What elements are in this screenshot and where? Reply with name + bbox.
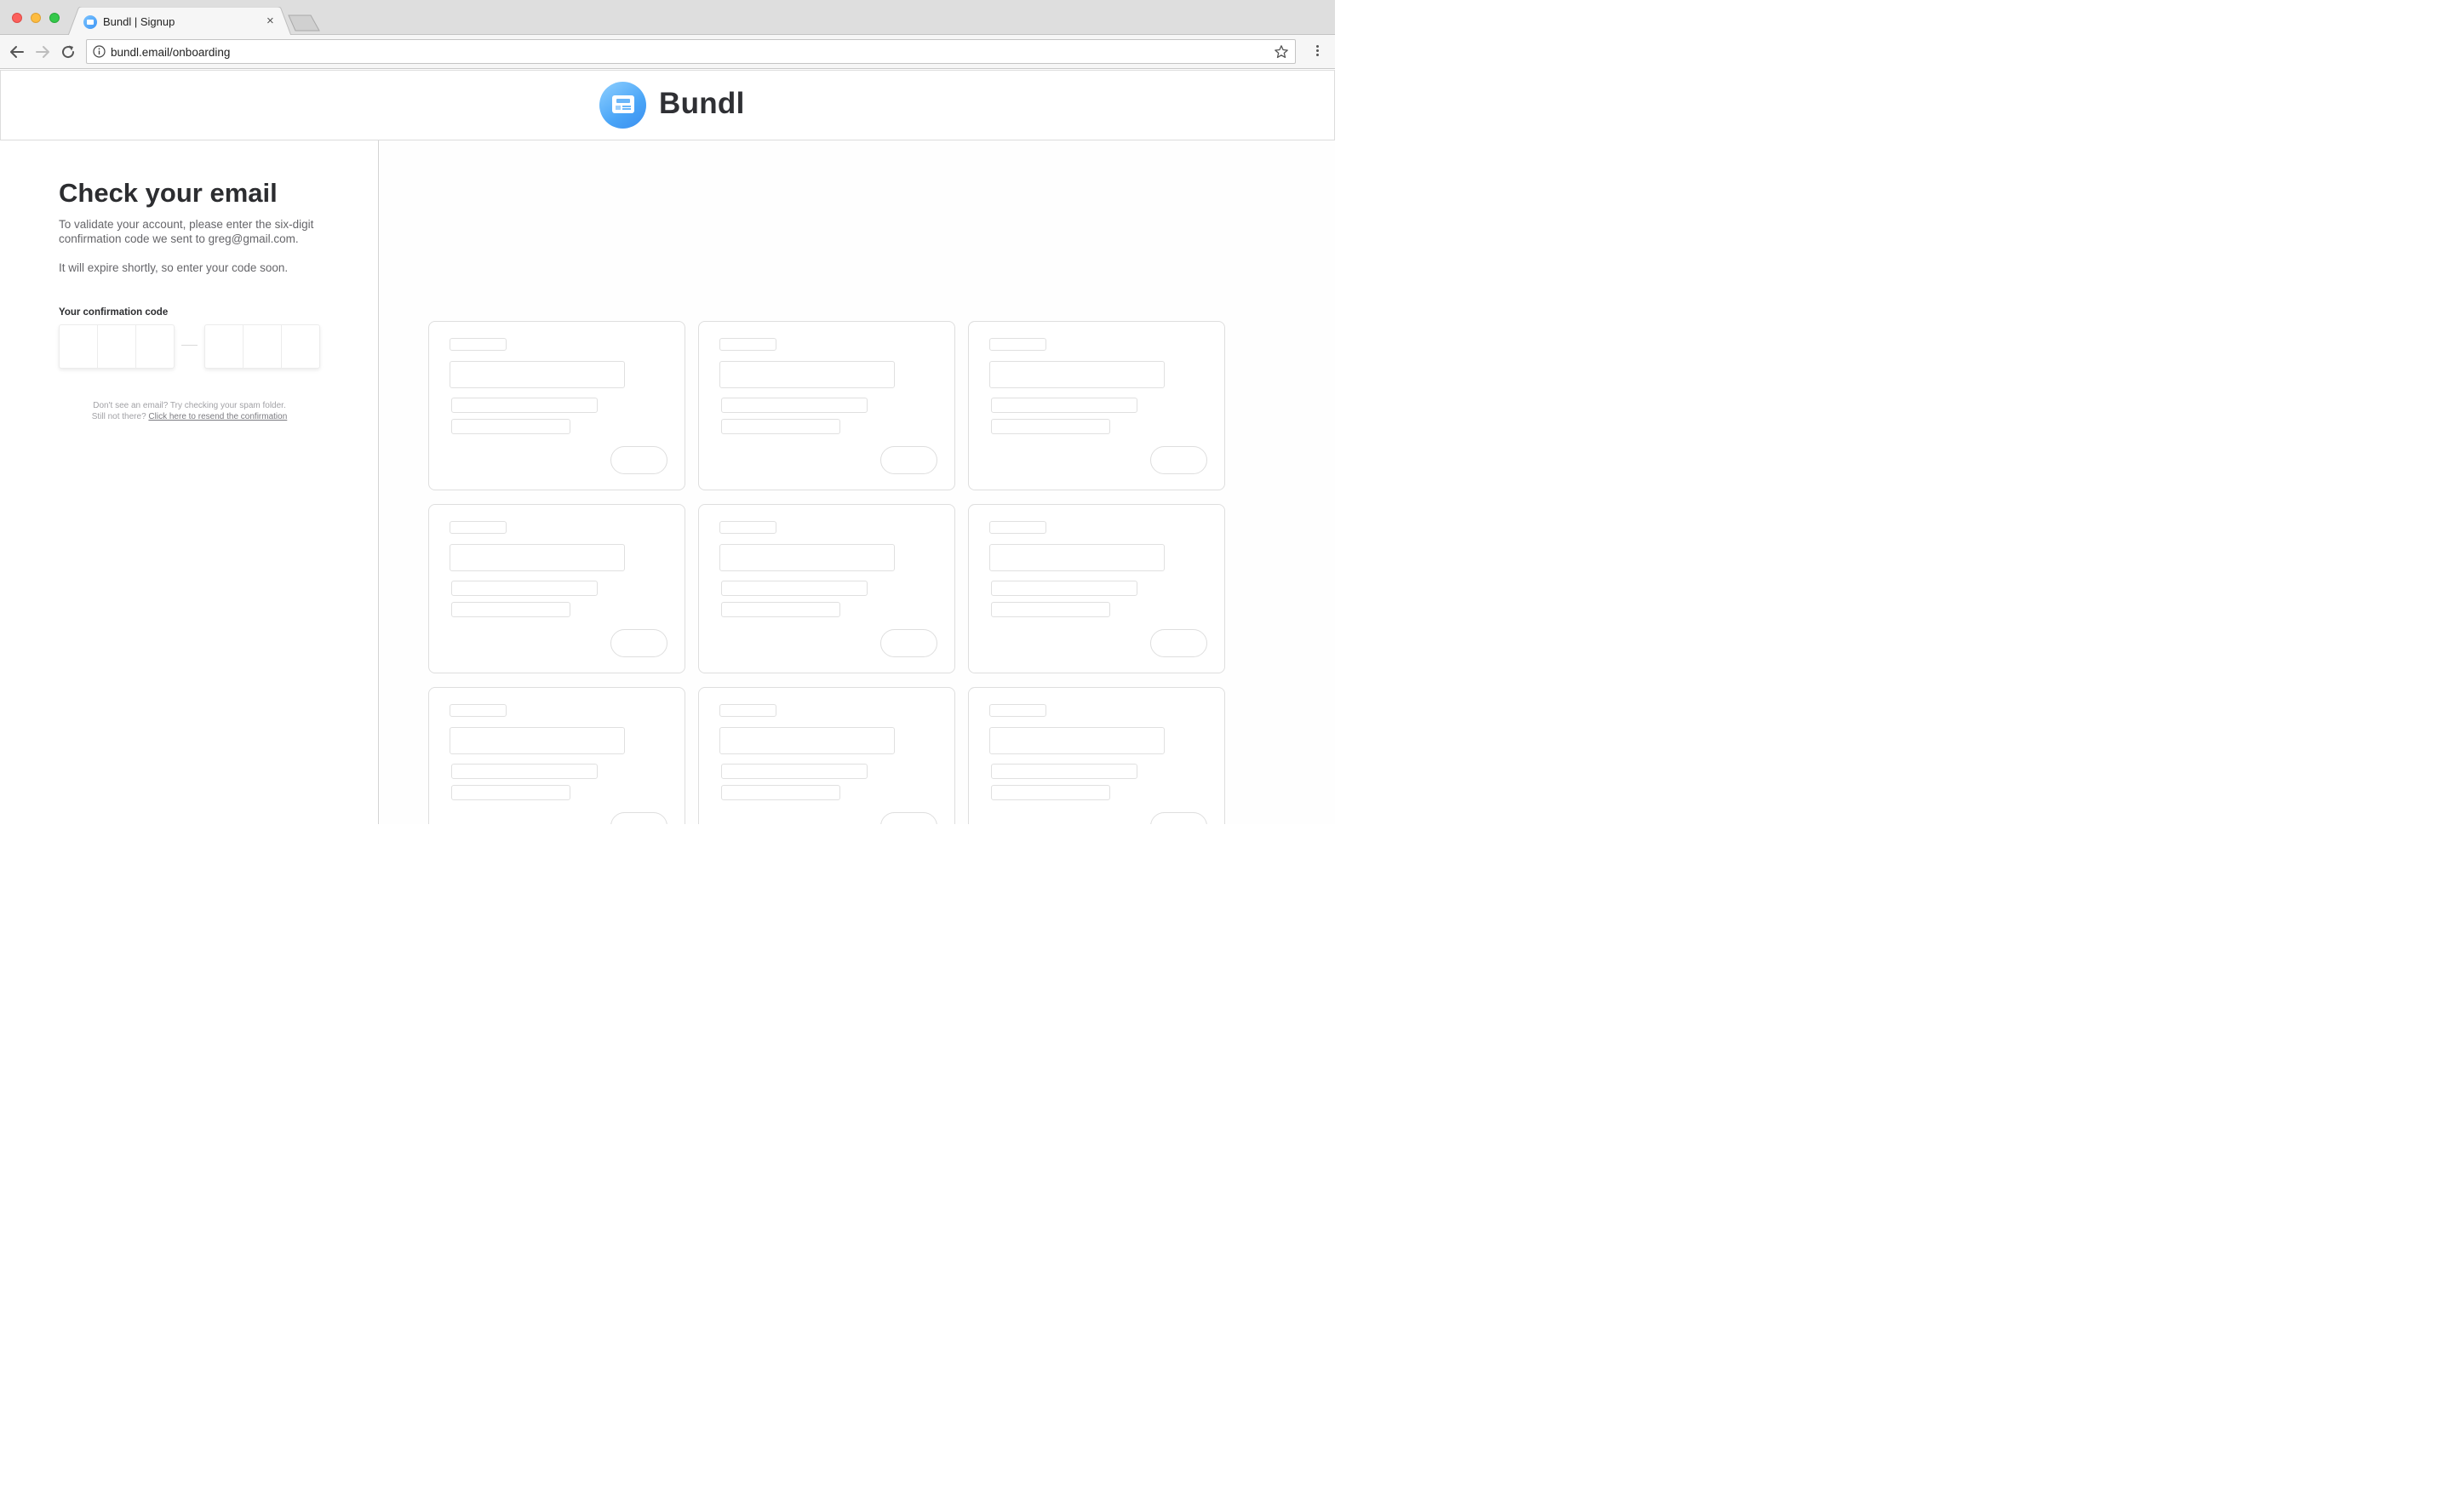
skeleton-line	[721, 398, 868, 413]
skeleton-block	[989, 727, 1165, 754]
page-title: Check your email	[59, 178, 278, 208]
skeleton-line	[991, 764, 1137, 779]
skeleton-line	[991, 398, 1137, 413]
star-icon[interactable]	[1274, 44, 1289, 60]
more-vertical-icon[interactable]	[1311, 43, 1323, 60]
skeleton-card	[968, 504, 1225, 673]
skeleton-pill	[610, 812, 667, 824]
address-bar[interactable]: bundl.email/onboarding	[86, 39, 1296, 64]
url-text[interactable]: bundl.email/onboarding	[111, 46, 230, 59]
skeleton-line	[721, 785, 840, 800]
skeleton-line	[719, 704, 776, 717]
spam-folder-hint: Don't see an email? Try checking your sp…	[93, 401, 286, 410]
tab-shape	[68, 7, 291, 36]
skeleton-line	[450, 704, 507, 717]
skeleton-card	[968, 687, 1225, 824]
verification-panel: Check your email To validate your accoun…	[0, 140, 379, 824]
skeleton-line	[719, 521, 776, 534]
skeleton-card	[968, 321, 1225, 490]
resend-hint-prefix: Still not there?	[91, 412, 146, 421]
skeleton-block	[719, 361, 895, 388]
skeleton-card	[428, 321, 685, 490]
skeleton-line	[450, 338, 507, 351]
envelope-logo-icon	[599, 82, 646, 129]
skeleton-line	[451, 398, 598, 413]
skeleton-block	[989, 361, 1165, 388]
skeleton-pill	[1150, 446, 1207, 474]
brand-name: Bundl	[659, 87, 745, 120]
code-digit-3[interactable]	[135, 325, 174, 368]
code-group-first	[59, 324, 175, 369]
skeleton-block	[450, 727, 625, 754]
reload-icon[interactable]	[60, 43, 77, 60]
skeleton-pill	[1150, 629, 1207, 657]
skeleton-card	[428, 504, 685, 673]
back-arrow-icon[interactable]	[9, 43, 26, 60]
browser-tab-active[interactable]: Bundl | Signup ×	[68, 7, 291, 36]
skeleton-line	[721, 581, 868, 596]
forward-arrow-icon[interactable]	[34, 43, 51, 60]
skeleton-block	[719, 727, 895, 754]
browser-tabstrip: Bundl | Signup ×	[0, 0, 1335, 36]
skeleton-card	[698, 321, 955, 490]
skeleton-card	[428, 687, 685, 824]
code-separator	[181, 345, 198, 346]
skeleton-block	[989, 544, 1165, 571]
resend-confirmation-link[interactable]: Click here to resend the confirmation	[148, 412, 287, 421]
skeleton-line	[451, 419, 570, 434]
skeleton-block	[719, 544, 895, 571]
code-digit-1[interactable]	[60, 325, 97, 368]
skeleton-pill	[610, 446, 667, 474]
tab-close-icon[interactable]: ×	[266, 14, 274, 29]
code-digit-6[interactable]	[281, 325, 319, 368]
code-digit-2[interactable]	[97, 325, 135, 368]
skeleton-pill	[610, 629, 667, 657]
window-close-button[interactable]	[12, 13, 22, 23]
skeleton-line	[991, 602, 1110, 617]
skeleton-line	[721, 419, 840, 434]
skeleton-line	[451, 785, 570, 800]
skeleton-line	[719, 338, 776, 351]
skeleton-line	[991, 581, 1137, 596]
tab-title: Bundl | Signup	[103, 15, 175, 28]
skeleton-pill	[1150, 812, 1207, 824]
skeleton-line	[989, 521, 1046, 534]
skeleton-line	[451, 602, 570, 617]
skeleton-line	[989, 704, 1046, 717]
code-group-second	[204, 324, 320, 369]
new-tab-button[interactable]	[288, 14, 320, 32]
skeleton-line	[991, 419, 1110, 434]
skeleton-line	[991, 785, 1110, 800]
skeleton-line	[721, 602, 840, 617]
skeleton-line	[450, 521, 507, 534]
bundl-favicon-icon	[83, 15, 97, 29]
confirmation-code-label: Your confirmation code	[59, 307, 169, 318]
window-minimize-button[interactable]	[31, 13, 41, 23]
skeleton-line	[721, 764, 868, 779]
expiry-note: It will expire shortly, so enter your co…	[59, 261, 289, 274]
info-icon[interactable]	[93, 45, 106, 58]
window-zoom-button[interactable]	[49, 13, 60, 23]
skeleton-card	[698, 687, 955, 824]
skeleton-card	[698, 504, 955, 673]
skeleton-line	[451, 581, 598, 596]
code-digit-5[interactable]	[243, 325, 281, 368]
skeleton-pill	[880, 812, 937, 824]
page-header: Bundl	[0, 70, 1335, 140]
skeleton-pill	[880, 629, 937, 657]
browser-toolbar: bundl.email/onboarding	[0, 35, 1335, 69]
code-digit-4[interactable]	[205, 325, 243, 368]
skeleton-line	[451, 764, 598, 779]
resend-hint: Still not there? Click here to resend th…	[0, 412, 379, 421]
skeleton-pill	[880, 446, 937, 474]
preview-panel	[379, 140, 1335, 824]
skeleton-block	[450, 361, 625, 388]
skeleton-block	[450, 544, 625, 571]
skeleton-line	[989, 338, 1046, 351]
verification-description: To validate your account, please enter t…	[59, 218, 314, 245]
